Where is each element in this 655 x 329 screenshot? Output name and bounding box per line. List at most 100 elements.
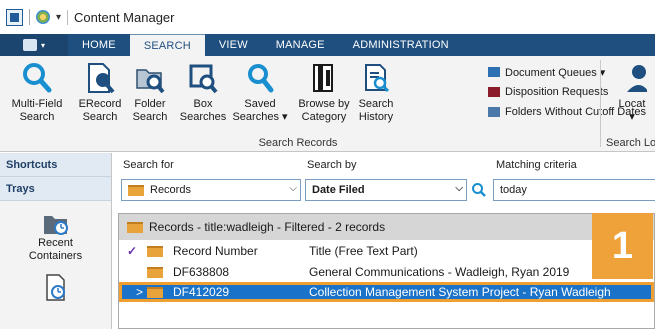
search-for-value: Records: [150, 184, 191, 196]
locate-icon: [617, 60, 647, 96]
records-column-header: ✓ Record Number Title (Free Text Part): [119, 240, 654, 262]
search-button[interactable]: [469, 180, 489, 200]
button-label: ERecord: [78, 98, 122, 110]
title-bar: ▾ Content Manager: [0, 0, 655, 34]
folder-icon: [147, 245, 163, 257]
tab-manage[interactable]: MANAGE: [262, 34, 339, 56]
document-queues-label: Document Queues ▾: [505, 66, 606, 79]
folder-icon: [127, 221, 143, 233]
record-number-cell: DF412029: [173, 285, 230, 299]
button-label: Folder: [134, 98, 166, 110]
tile-label: Containers: [28, 250, 83, 262]
multi-field-search-button[interactable]: Multi-Field Search: [4, 60, 70, 124]
magnifier-icon: [22, 60, 52, 96]
folder-icon: [147, 266, 163, 278]
ribbon-search: Multi-Field Search ERecord Search Folder…: [0, 56, 655, 152]
search-history-icon: [361, 60, 391, 96]
matching-criteria-label: Matching criteria: [496, 159, 577, 171]
ribbon-tabs: ▾ HOME SEARCH VIEW MANAGE ADMINISTRATION: [0, 34, 655, 56]
search-by-label: Search by: [307, 159, 357, 171]
browse-category-icon: [309, 60, 339, 96]
recent-documents-icon: [45, 274, 65, 301]
recent-documents-tile[interactable]: [0, 273, 111, 303]
button-label: Box: [193, 98, 213, 110]
tab-home[interactable]: HOME: [68, 34, 130, 56]
button-label: History: [358, 111, 394, 123]
matching-criteria-value: today: [500, 184, 527, 196]
button-label: Searches ▾: [232, 111, 288, 123]
button-label: Multi-Field: [11, 98, 63, 110]
folder-icon: [147, 286, 163, 298]
chevron-down-icon: ▾: [40, 40, 45, 50]
search-bar: Search for Search by Matching criteria R…: [113, 153, 655, 209]
group-label-search-records: Search Records: [258, 137, 338, 149]
button-label: Search: [358, 98, 394, 110]
quick-access-icon[interactable]: [36, 10, 50, 24]
box-searches-button[interactable]: Box Searches: [178, 60, 228, 124]
expand-arrow-icon[interactable]: >: [136, 285, 143, 299]
search-for-label: Search for: [123, 159, 174, 171]
search-by-value: Date Filed: [312, 184, 365, 196]
group-separator: [600, 60, 601, 147]
matching-criteria-input[interactable]: today: [493, 179, 655, 201]
folders-cutoff-icon: [488, 107, 500, 117]
callout-badge: 1: [592, 213, 653, 279]
browse-by-category-button[interactable]: Browse by Category: [294, 60, 354, 124]
nav-shortcuts[interactable]: Shortcuts: [0, 153, 111, 177]
button-label: Browse by: [298, 98, 350, 110]
button-label: Search: [82, 111, 118, 123]
button-label: Category: [301, 111, 347, 123]
button-label: Search: [132, 111, 168, 123]
search-history-button[interactable]: Search History: [356, 60, 396, 124]
folder-search-button[interactable]: Folder Search: [128, 60, 172, 124]
title-separator: [29, 9, 30, 25]
tile-label: Recent: [38, 237, 73, 249]
saved-searches-button[interactable]: Saved Searches ▾: [232, 60, 288, 124]
button-label: Search: [19, 111, 55, 123]
button-label: Saved: [244, 98, 276, 110]
button-label: Locat: [618, 98, 646, 110]
search-for-combo[interactable]: Records ⌵: [121, 179, 301, 201]
chevron-down-icon: ⌵: [289, 183, 297, 194]
document-queues-icon: [488, 67, 500, 77]
erecord-search-button[interactable]: ERecord Search: [76, 60, 124, 124]
quick-access-menu-icon[interactable]: ▾: [56, 12, 61, 23]
recent-containers-tile[interactable]: Recent Containers: [0, 211, 111, 263]
file-icon: [22, 39, 37, 51]
record-title-cell: Collection Management System Project - R…: [309, 285, 611, 299]
chevron-down-icon: ▾: [629, 111, 635, 123]
search-by-combo[interactable]: Date Filed ⌵: [305, 179, 467, 201]
row-icon-cell: [119, 266, 167, 278]
check-icon[interactable]: ✓: [119, 244, 143, 258]
group-label-search-locations: Search Lo: [606, 137, 655, 149]
table-row[interactable]: DF638808 General Communications - Wadlei…: [119, 262, 654, 282]
button-label: Searches: [179, 111, 227, 123]
nav-trays[interactable]: Trays: [0, 177, 111, 201]
column-record-number[interactable]: Record Number: [167, 244, 303, 258]
record-number-cell: DF638808: [173, 265, 230, 279]
records-title-text: Records - title:wadleigh - Filtered - 2 …: [149, 220, 386, 234]
disposition-icon: [488, 87, 500, 97]
left-navigation: Shortcuts Trays Recent Containers: [0, 153, 112, 329]
saved-search-icon: [245, 60, 275, 96]
chevron-down-icon: ⌵: [455, 183, 463, 194]
app-logo-icon[interactable]: [6, 8, 23, 26]
erecord-search-icon: [85, 60, 115, 96]
table-row-selected[interactable]: > DF412029 Collection Management System …: [119, 282, 654, 302]
recent-containers-icon: [43, 216, 68, 235]
records-pane: Records - title:wadleigh - Filtered - 2 …: [118, 213, 655, 329]
disposition-requests-label: Disposition Requests: [505, 86, 609, 98]
window-title: Content Manager: [67, 9, 174, 25]
search-icon: [472, 183, 486, 197]
records-pane-title: Records - title:wadleigh - Filtered - 2 …: [119, 214, 654, 240]
locate-button[interactable]: Locat ▾: [610, 60, 654, 124]
row-icon-cell: >: [119, 285, 167, 299]
tab-view[interactable]: VIEW: [205, 34, 262, 56]
folder-icon: [128, 184, 144, 196]
folder-search-icon: [135, 60, 165, 96]
tab-search[interactable]: SEARCH: [129, 34, 205, 56]
tab-administration[interactable]: ADMINISTRATION: [339, 34, 463, 56]
box-search-icon: [188, 60, 218, 96]
folder-col-icon: [143, 245, 167, 257]
file-menu-button[interactable]: ▾: [0, 34, 68, 56]
